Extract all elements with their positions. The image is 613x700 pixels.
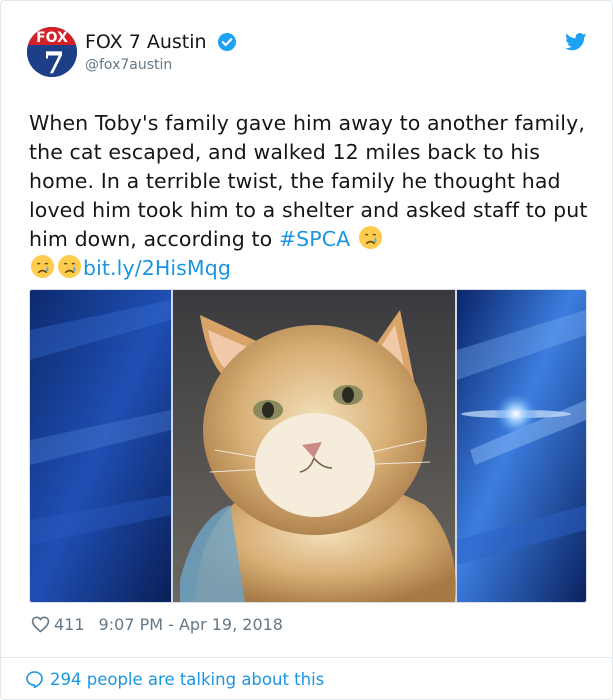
tweet-meta: 411 9:07 PM - Apr 19, 2018 (31, 612, 283, 636)
crying-face-icon (57, 254, 82, 279)
twitter-bird-icon[interactable] (565, 33, 587, 51)
tweet-text: When Toby's family gave him away to anot… (29, 109, 589, 283)
verified-badge-icon (217, 33, 236, 51)
user-handle[interactable]: @fox7austin (85, 57, 237, 73)
author-names: FOX 7 Austin @fox7austin (85, 31, 237, 73)
hashtag-link[interactable]: #SPCA (279, 227, 350, 251)
conversation-link[interactable]: 294 people are talking about this (25, 667, 324, 691)
heart-icon[interactable] (31, 615, 50, 633)
avatar-channel-number: 7 (44, 46, 65, 77)
display-name[interactable]: FOX 7 Austin (85, 31, 207, 53)
crying-face-icon (30, 254, 55, 279)
avatar[interactable]: FOX 7 (27, 27, 77, 77)
like-count: 411 (54, 614, 85, 634)
reply-bubble-icon (26, 670, 43, 688)
tweet-photo[interactable] (29, 289, 587, 603)
tweet-header: FOX 7 FOX 7 Austin @fox7austin (27, 27, 587, 81)
tweet-card: FOX 7 FOX 7 Austin @fox7austin When Toby… (0, 0, 613, 700)
short-link[interactable]: bit.ly/2HisMqg (83, 256, 231, 280)
divider (1, 657, 612, 658)
avatar-brand-text: FOX (36, 30, 68, 46)
crying-face-icon (358, 225, 382, 250)
tweet-timestamp[interactable]: 9:07 PM - Apr 19, 2018 (99, 615, 283, 634)
conversation-count-text[interactable]: 294 people are talking about this (50, 670, 324, 689)
